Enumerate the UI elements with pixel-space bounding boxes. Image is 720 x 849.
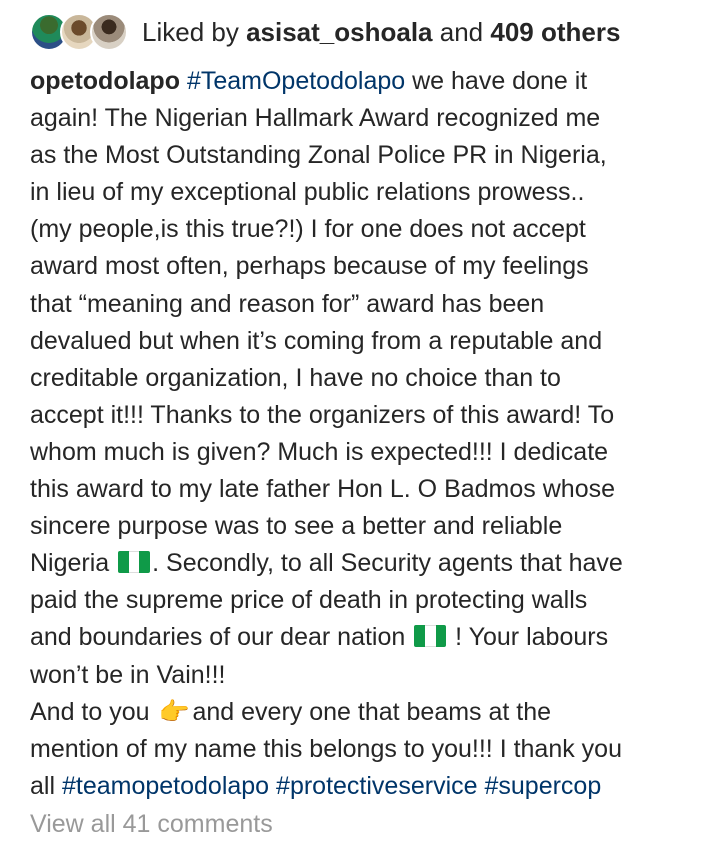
post-username-link[interactable]: opetodolapo [30, 67, 180, 95]
hashtag-link[interactable]: #supercop [484, 772, 601, 800]
caption-line: opetodolapo #TeamOpetodolapo we have don… [30, 63, 710, 100]
caption-line: accept it!!! Thanks to the organizers of… [30, 400, 615, 429]
avatar[interactable] [90, 13, 128, 51]
caption-text: And to you [30, 697, 157, 726]
caption-line: devalued but when it’s coming from a rep… [30, 326, 603, 355]
view-all-comments-link[interactable]: View all 41 comments [30, 810, 273, 839]
caption-line: mention of my name this belongs to you!!… [30, 734, 622, 763]
hashtag-link[interactable]: #protectiveservice [276, 772, 477, 800]
caption-line: as the Most Outstanding Zonal Police PR … [30, 141, 607, 170]
caption-line: creditable organization, I have no choic… [30, 363, 561, 392]
caption-line: (my people,is this true?!) I for one doe… [30, 215, 586, 244]
nigeria-flag-icon [118, 551, 151, 574]
caption-line: won’t be in Vain!!! [30, 660, 226, 689]
caption-text: . Secondly, to all Security agents that … [152, 549, 623, 578]
caption-line: Nigeria . Secondly, to all Security agen… [30, 545, 710, 582]
liker-avatars[interactable] [30, 11, 130, 53]
likes-row: Liked by asisat_oshoala and 409 others [30, 8, 620, 56]
hashtag-link[interactable]: #teamopetodolapo [62, 772, 269, 800]
caption-line: paid the supreme price of death in prote… [30, 586, 588, 615]
post-caption: opetodolapo #TeamOpetodolapo we have don… [30, 63, 710, 805]
nigeria-flag-icon [414, 625, 447, 648]
likes-others-link[interactable]: 409 others [490, 17, 620, 47]
caption-line: And to you 👉and every one that beams at … [30, 694, 710, 731]
likes-summary: Liked by asisat_oshoala and 409 others [142, 17, 620, 48]
caption-line: whom much is given? Much is expected!!! … [30, 437, 609, 466]
caption-line: this award to my late father Hon L. O Ba… [30, 475, 615, 504]
caption-line: sincere purpose was to see a better and … [30, 512, 563, 541]
caption-text: and every one that beams at the [192, 697, 552, 726]
caption-line: that “meaning and reason for” award has … [30, 289, 545, 318]
pointing-right-hand-icon: 👉 [158, 697, 191, 726]
liked-by-label: Liked by [142, 16, 239, 47]
hashtag-link[interactable]: #TeamOpetodolapo [187, 67, 405, 95]
likes-conjunction: and [439, 16, 484, 47]
caption-line: in lieu of my exceptional public relatio… [30, 178, 585, 207]
caption-text: all [30, 771, 62, 800]
liker-username-link[interactable]: asisat_oshoala [246, 17, 432, 47]
caption-text: ! Your labours [448, 623, 609, 652]
caption-line: all #teamopetodolapo #protectiveservice … [30, 768, 710, 805]
caption-line: again! The Nigerian Hallmark Award recog… [30, 104, 601, 133]
caption-text: Nigeria [30, 549, 117, 578]
caption-text: we have done it [405, 67, 588, 95]
caption-line: and boundaries of our dear nation ! Your… [30, 619, 710, 656]
caption-line: award most often, perhaps because of my … [30, 252, 589, 281]
caption-text: and boundaries of our dear nation [30, 623, 413, 652]
